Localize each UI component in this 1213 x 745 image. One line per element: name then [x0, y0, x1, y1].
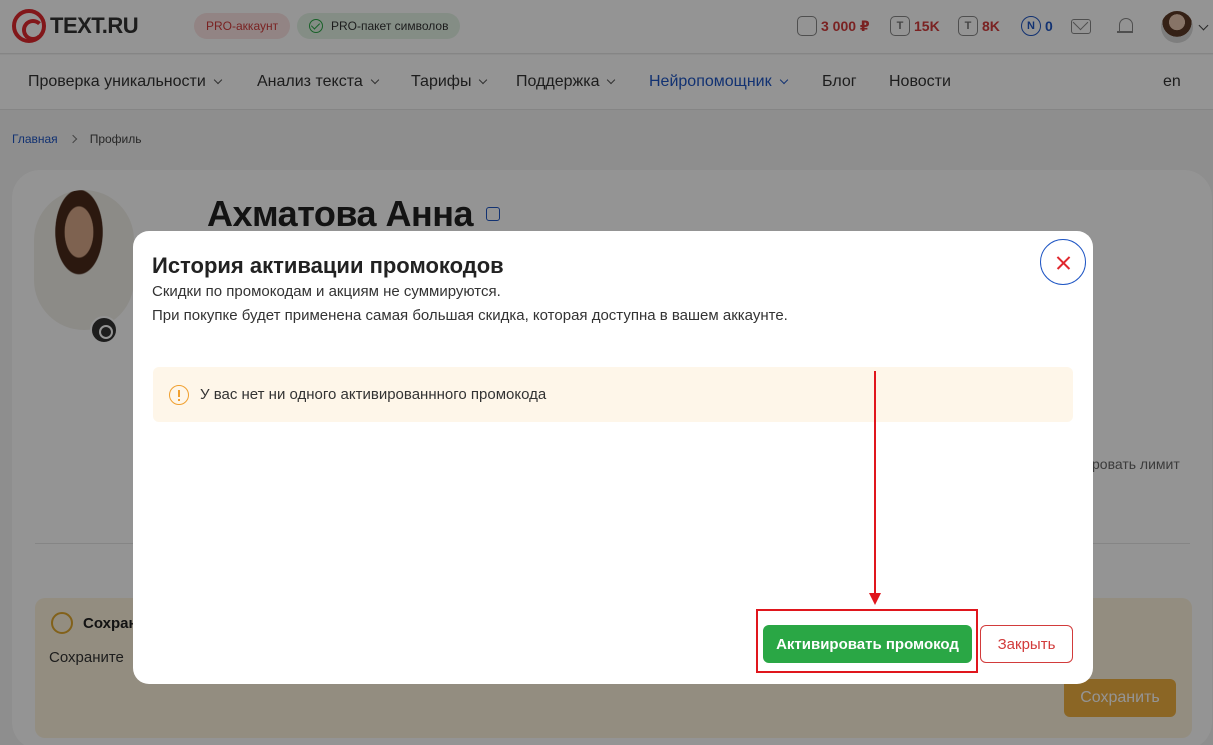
annotation-arrow — [874, 371, 876, 596]
close-button[interactable]: Закрыть — [980, 625, 1073, 663]
activate-promo-button[interactable]: Активировать промокод — [763, 625, 972, 663]
empty-promo-notice: У вас нет ни одного активированнного про… — [153, 367, 1073, 422]
close-icon[interactable] — [1040, 239, 1086, 285]
annotation-arrow-head — [869, 593, 881, 605]
modal-subtitle-discount: При покупке будет применена самая больша… — [152, 307, 788, 324]
modal-subtitle: Скидки по промокодам и акциям не суммиру… — [152, 283, 501, 300]
promo-history-modal: История активации промокодов Скидки по п… — [133, 231, 1093, 684]
notice-text: У вас нет ни одного активированнного про… — [200, 386, 547, 403]
info-icon — [169, 384, 189, 405]
modal-title: История активации промокодов — [152, 253, 504, 278]
